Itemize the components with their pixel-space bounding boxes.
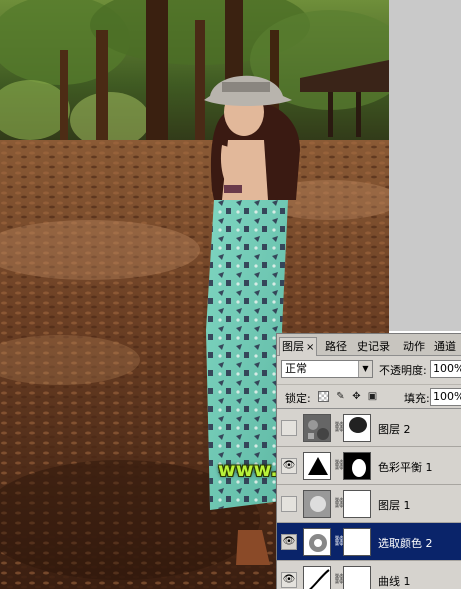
color-balance-icon bbox=[304, 453, 330, 479]
photoshop-workspace: www.68ps.com 图层× 路径 史记录 动作 通道 正常 ▼ 不透明度:… bbox=[0, 0, 461, 589]
panel-tab-bar: 图层 × 路径 史记录 动作 通道 bbox=[277, 334, 461, 356]
lock-label: 锁定: bbox=[285, 392, 311, 405]
layer-name: 曲线 1 bbox=[378, 575, 411, 588]
layer-mask-thumbnail[interactable] bbox=[343, 528, 371, 556]
mask-thumbnail-icon bbox=[344, 415, 370, 441]
mask-thumbnail-icon bbox=[344, 453, 370, 479]
eye-icon[interactable]: 👁 bbox=[281, 534, 297, 550]
fill-input[interactable]: 100% bbox=[430, 388, 461, 406]
lock-paint-icon[interactable]: ✎ bbox=[335, 391, 346, 402]
close-icon[interactable]: × bbox=[306, 342, 314, 353]
tab-channels[interactable]: 通道 bbox=[434, 338, 456, 355]
layer-list: ⛓ 图层 2 👁 ⛓ 色彩平衡 1 ⛓ 图层 1 👁 ⛓ 选取颜色 2 👁 ⛓ … bbox=[277, 408, 461, 589]
layer-name: 图层 1 bbox=[378, 499, 411, 512]
layer-mask-thumbnail[interactable] bbox=[343, 566, 371, 589]
layer-name: 选取颜色 2 bbox=[378, 537, 433, 550]
layer-row-layer-2[interactable]: ⛓ 图层 2 bbox=[277, 409, 461, 447]
layer-name: 图层 2 bbox=[378, 423, 411, 436]
layer-mask-thumbnail[interactable] bbox=[343, 490, 371, 518]
opacity-label: 不透明度: bbox=[379, 364, 427, 377]
lock-transparency-icon[interactable] bbox=[318, 391, 329, 402]
adjustment-thumbnail bbox=[303, 452, 331, 480]
layer-row-layer-1[interactable]: ⛓ 图层 1 bbox=[277, 485, 461, 523]
eye-icon[interactable]: 👁 bbox=[281, 458, 297, 474]
curves-icon bbox=[304, 567, 330, 589]
mask-thumbnail-icon bbox=[344, 567, 370, 589]
selective-color-icon bbox=[304, 529, 330, 555]
tab-actions[interactable]: 动作 bbox=[403, 338, 425, 355]
layer-row-selective-color-2[interactable]: 👁 ⛓ 选取颜色 2 bbox=[277, 523, 461, 561]
adjustment-thumbnail bbox=[303, 566, 331, 589]
texture-thumbnail-icon bbox=[304, 415, 330, 441]
visibility-toggle[interactable] bbox=[281, 420, 297, 436]
blend-row: 正常 ▼ 不透明度: 100% bbox=[277, 357, 461, 381]
gray-layer-icon bbox=[304, 491, 330, 517]
mask-thumbnail-icon bbox=[344, 529, 370, 555]
tab-paths[interactable]: 路径 bbox=[325, 338, 347, 355]
fill-label: 填充: bbox=[404, 392, 430, 405]
lock-all-icon[interactable]: ▣ bbox=[367, 391, 378, 402]
layer-row-color-balance-1[interactable]: 👁 ⛓ 色彩平衡 1 bbox=[277, 447, 461, 485]
tab-history[interactable]: 史记录 bbox=[357, 338, 390, 355]
tab-layers-label: 图层 bbox=[282, 340, 304, 353]
blend-mode-value: 正常 bbox=[285, 362, 307, 375]
tab-layers[interactable]: 图层 × bbox=[279, 337, 318, 356]
lock-row: 锁定: ✎ ✥ ▣ 填充: 100% bbox=[277, 384, 461, 408]
eye-icon[interactable]: 👁 bbox=[281, 572, 297, 588]
layer-name: 色彩平衡 1 bbox=[378, 461, 433, 474]
opacity-input[interactable]: 100% bbox=[430, 360, 461, 378]
layers-panel: 图层× 路径 史记录 动作 通道 正常 ▼ 不透明度: 100% 锁定: ✎ ✥… bbox=[276, 333, 461, 589]
adjustment-thumbnail bbox=[303, 528, 331, 556]
layer-thumbnail bbox=[303, 490, 331, 518]
mask-thumbnail-icon bbox=[344, 491, 370, 517]
canvas-background bbox=[389, 0, 461, 331]
blend-mode-select[interactable]: 正常 ▼ bbox=[281, 360, 373, 378]
visibility-toggle[interactable] bbox=[281, 496, 297, 512]
layer-mask-thumbnail[interactable] bbox=[343, 452, 371, 480]
chevron-down-icon: ▼ bbox=[358, 361, 372, 377]
layer-mask-thumbnail[interactable] bbox=[343, 414, 371, 442]
layer-thumbnail bbox=[303, 414, 331, 442]
lock-move-icon[interactable]: ✥ bbox=[351, 391, 362, 402]
layer-row-curves-1[interactable]: 👁 ⛓ 曲线 1 bbox=[277, 561, 461, 589]
